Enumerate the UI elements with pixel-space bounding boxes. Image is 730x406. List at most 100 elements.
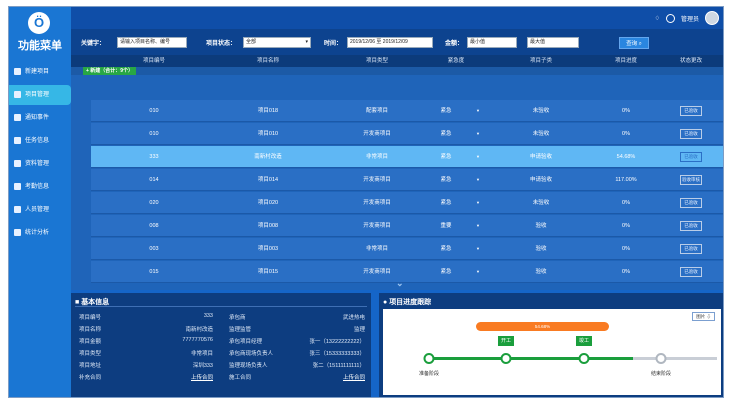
status-change-button[interactable]: 已验收: [680, 244, 702, 254]
table-row[interactable]: 003 项目003 非常项目 紧急 ▼ 验收 0% 已验收: [91, 238, 723, 260]
chevron-down-icon: ▼: [476, 200, 480, 205]
cell-status: 验收: [535, 269, 547, 275]
task-icon: [14, 136, 21, 144]
status-change-button[interactable]: 已验收: [680, 267, 702, 277]
sidebar-item-statistics[interactable]: 统计分析: [9, 223, 71, 243]
cell-status: 未验收: [532, 108, 550, 114]
status-change-button[interactable]: 已验收: [680, 106, 702, 116]
cell-progress: 0%: [622, 246, 630, 252]
sidebar-item-project-management[interactable]: 项目管理: [9, 85, 71, 105]
date-range-input[interactable]: 2019/12/06 至 2019/12/09: [347, 37, 433, 48]
info-key: 承包商: [229, 315, 246, 321]
amount-min-input[interactable]: 最小值: [467, 37, 517, 48]
info-value: 武进热电: [342, 315, 365, 321]
cell-type: 配套项目: [365, 108, 389, 114]
settings-icon[interactable]: [665, 13, 675, 23]
urgency-select[interactable]: 重要: [440, 215, 451, 237]
urgency-select[interactable]: 紧急: [440, 192, 451, 214]
keyword-input[interactable]: 请输入项目名称、编号: [117, 37, 187, 48]
stage-node: [655, 353, 667, 364]
stage-label: 结束阶段: [650, 371, 672, 377]
table-row-selected[interactable]: 333 南新村改造 非常项目 紧急 ▼ 申请验收 54.68% 已验收: [91, 146, 723, 168]
keyword-label: 关键字：: [81, 41, 106, 47]
sidebar: Ö 功能菜单 新建项目 项目管理 通知事件 任务信息 资料管理 考勤信息 人员管…: [9, 7, 71, 397]
chevron-double-down-icon[interactable]: ⌄: [396, 278, 404, 288]
chevron-down-icon: ▼: [476, 131, 480, 136]
chevron-down-icon: ▼: [476, 154, 480, 159]
info-key: 监理现场负责人: [229, 363, 268, 369]
info-value: 张一（13222222222）: [309, 339, 365, 345]
info-value: 南新村改造: [185, 327, 213, 333]
pin-icon: ●: [383, 299, 388, 306]
sidebar-item-documents[interactable]: 资料管理: [9, 154, 71, 174]
cell-type: 开发商项目: [363, 269, 391, 275]
table-row[interactable]: 020 项目020 开发商项目 紧急 ▼ 未验收 0% 已验收: [91, 192, 723, 214]
cell-progress: 0%: [622, 108, 630, 114]
chevron-down-icon: ▼: [476, 108, 480, 113]
app-logo: Ö: [28, 12, 50, 34]
track-done: [429, 357, 633, 360]
time-label: 时间：: [324, 41, 343, 47]
cell-progress: 54.68%: [616, 154, 636, 160]
column-header: 项目子类: [529, 58, 553, 64]
stage-node: [578, 353, 590, 364]
avatar[interactable]: [705, 11, 719, 25]
table-row[interactable]: 010 项目018 配套项目 紧急 ▼ 未验收 0% 已验收: [91, 100, 723, 122]
cell-status: 申请验收: [529, 154, 553, 160]
sidebar-item-personnel[interactable]: 人员管理: [9, 200, 71, 220]
basic-info-panel: ■ 基本信息 项目编号 333 项目名称 南新村改造 项目金额 77777705…: [71, 293, 371, 397]
sidebar-item-label: 资料管理: [25, 161, 50, 167]
cell-progress: 0%: [622, 223, 630, 229]
search-button[interactable]: 查询 ⌕: [619, 37, 649, 49]
table-row[interactable]: 008 项目008 开发商项目 重要 ▼ 验收 0% 已验收: [91, 215, 723, 237]
table-row[interactable]: 010 项目010 开发商项目 紧急 ▼ 未验收 0% 已验收: [91, 123, 723, 145]
info-key: 项目编号: [79, 315, 102, 321]
urgency-select[interactable]: 紧急: [440, 169, 451, 191]
urgency-select[interactable]: 紧急: [440, 100, 451, 122]
column-header: 项目进度: [614, 58, 638, 64]
cell-status: 未验收: [532, 131, 550, 137]
urgency-select[interactable]: 紧急: [440, 123, 451, 145]
milestone-flag: 开工: [497, 336, 515, 346]
add-project-button[interactable]: + 新建（合计：9个）: [83, 67, 137, 75]
sidebar-item-attendance[interactable]: 考勤信息: [9, 177, 71, 197]
info-key: 补充合同: [79, 375, 102, 381]
sidebar-item-tasks[interactable]: 任务信息: [9, 131, 71, 151]
filter-bar: 关键字： 请输入项目名称、编号 项目状态： 全部 ▾ 时间： 2019/12/06…: [71, 29, 723, 55]
chevron-down-icon: ▼: [476, 223, 480, 228]
project-table: 项目编号 项目名称 项目类型 紧急度 项目子类 项目进度 状态更改 + 新建（合…: [71, 55, 723, 290]
upload-contract-link[interactable]: 上传合同: [343, 373, 365, 381]
milestone-flag: 竣工: [575, 336, 593, 346]
status-change-button[interactable]: 已验收: [680, 152, 702, 162]
status-select[interactable]: 全部 ▾: [243, 37, 311, 48]
status-change-button[interactable]: 验收审核: [680, 175, 702, 185]
download-image-button[interactable]: 图片 ⇩: [692, 312, 715, 321]
cell-name: 南新村改造: [254, 154, 282, 160]
cell-id: 003: [149, 246, 159, 252]
urgency-select[interactable]: 紧急: [440, 146, 451, 168]
cell-id: 010: [149, 108, 159, 114]
search-button-label: 查询: [626, 41, 638, 47]
sidebar-item-new-project[interactable]: 新建项目: [9, 62, 71, 82]
info-key: 项目地址: [79, 363, 102, 369]
status-change-button[interactable]: 已验收: [680, 221, 702, 231]
amount-max-input[interactable]: 最大值: [527, 37, 579, 48]
table-row[interactable]: 015 项目015 开发商项目 紧急 ▼ 验收 0% 已验收: [91, 261, 723, 283]
urgency-select[interactable]: 紧急: [440, 238, 451, 260]
urgency-select[interactable]: 紧急: [440, 261, 451, 283]
column-header: 项目名称: [256, 58, 280, 64]
upload-contract-link[interactable]: 上传合同: [191, 373, 213, 381]
checkbox-icon: [14, 182, 21, 190]
status-change-button[interactable]: 已验收: [680, 129, 702, 139]
cell-status: 申请验收: [529, 177, 553, 183]
cell-name: 项目014: [257, 177, 279, 183]
chevron-down-icon: ▼: [476, 269, 480, 274]
sidebar-item-notifications[interactable]: 通知事件: [9, 108, 71, 128]
table-row[interactable]: 014 项目014 开发商项目 紧急 ▼ 申请验收 117.00% 验收审核: [91, 169, 723, 191]
status-change-button[interactable]: 已验收: [680, 198, 702, 208]
bell-icon[interactable]: ♢: [655, 15, 660, 22]
progress-track-area: 图片 ⇩ 54.68% 开工 竣工 准备阶段 结束阶段: [383, 309, 721, 395]
info-value: 333: [203, 313, 213, 319]
sidebar-item-label: 人员管理: [25, 207, 50, 213]
cell-type: 开发商项目: [363, 200, 391, 206]
